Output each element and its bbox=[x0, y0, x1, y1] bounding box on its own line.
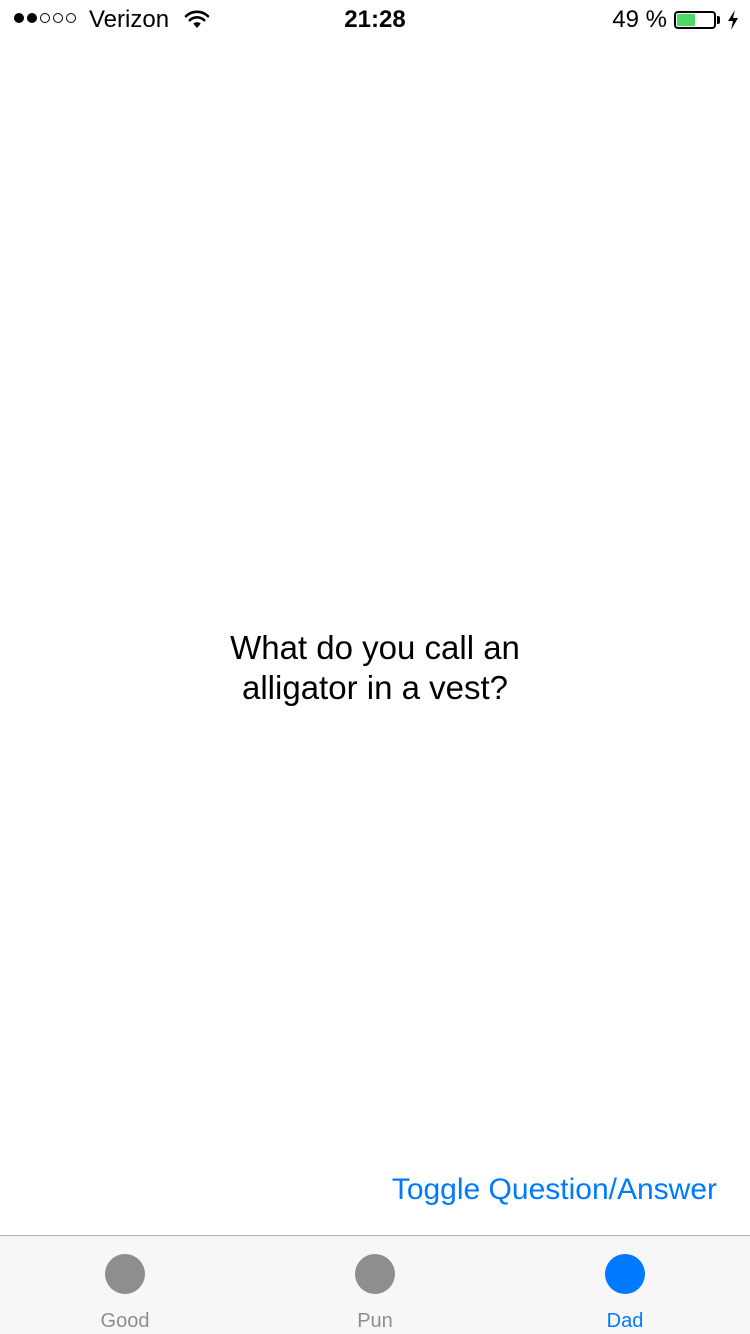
battery-percentage: 49 % bbox=[612, 6, 667, 33]
charging-bolt-icon bbox=[728, 10, 738, 30]
battery-level-fill bbox=[677, 14, 695, 26]
circle-icon bbox=[105, 1254, 145, 1294]
toggle-question-answer-button[interactable]: Toggle Question/Answer bbox=[392, 1170, 717, 1210]
tab-bar: Good Pun Dad bbox=[0, 1235, 750, 1334]
tab-pun[interactable]: Pun bbox=[250, 1236, 500, 1334]
battery-icon bbox=[674, 11, 720, 29]
tab-dad[interactable]: Dad bbox=[500, 1236, 750, 1334]
circle-icon bbox=[355, 1254, 395, 1294]
tab-label: Pun bbox=[357, 1310, 393, 1332]
joke-text: What do you call an alligator in a vest? bbox=[230, 629, 520, 706]
battery-tip bbox=[717, 16, 720, 24]
status-bar: Verizon 21:28 49 % bbox=[0, 0, 750, 40]
tab-label: Good bbox=[100, 1310, 150, 1332]
tab-good[interactable]: Good bbox=[0, 1236, 250, 1334]
tab-label: Dad bbox=[606, 1310, 644, 1332]
circle-icon bbox=[605, 1254, 645, 1294]
app-screen: Verizon 21:28 49 % What do you call an a… bbox=[0, 0, 750, 1334]
